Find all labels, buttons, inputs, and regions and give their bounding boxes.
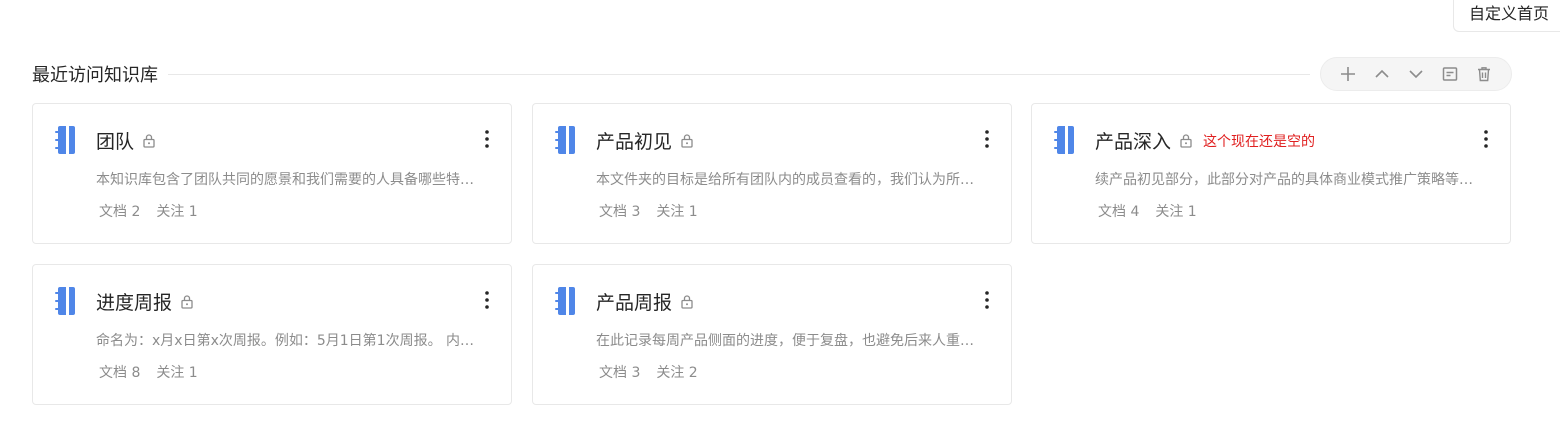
book-icon [1054, 126, 1074, 154]
card-description: 续产品初见部分，此部分对产品的具体商业模式推广策略等进行深入介绍。 [1095, 172, 1485, 188]
section-header: 最近访问知识库 [32, 57, 1512, 91]
doc-count: 文档 4 [1098, 204, 1140, 220]
knowledge-base-card[interactable]: 产品周报 在此记录每周产品侧面的进度，便于复盘，也避免后来人重复踩坑走弯路。 文… [532, 264, 1012, 405]
card-meta: 文档 3 关注 1 [599, 201, 698, 221]
card-title-row: 产品深入 这个现在还是空的 [1095, 127, 1315, 154]
section-title: 最近访问知识库 [32, 65, 158, 86]
more-vertical-icon[interactable] [479, 128, 495, 150]
card-title-row: 进度周报 [96, 288, 194, 315]
card-title[interactable]: 产品周报 [596, 288, 672, 315]
card-meta: 文档 3 关注 2 [599, 362, 698, 382]
card-title[interactable]: 产品深入 [1095, 127, 1171, 154]
section-divider [168, 73, 1310, 75]
card-title-row: 产品初见 [596, 127, 694, 154]
card-note: 这个现在还是空的 [1203, 133, 1316, 150]
knowledge-base-card[interactable]: 产品初见 本文件夹的目标是给所有团队内的成员查看的，我们认为所有人都应该了解。 … [532, 103, 1012, 244]
card-title-row: 产品周报 [596, 288, 694, 315]
note-icon[interactable] [1439, 63, 1461, 85]
trash-icon[interactable] [1473, 63, 1495, 85]
section-toolbar [1320, 57, 1512, 91]
knowledge-base-card[interactable]: 进度周报 命名为：x月x日第x次周报。例如：5月1日第1次周报。 内容包括本周工… [32, 264, 512, 405]
card-title[interactable]: 产品初见 [596, 127, 672, 154]
follow-count: 关注 1 [156, 204, 198, 220]
doc-count: 文档 3 [599, 204, 641, 220]
follow-count: 关注 1 [156, 365, 198, 381]
more-vertical-icon[interactable] [979, 289, 995, 311]
book-icon [55, 126, 75, 154]
card-description: 在此记录每周产品侧面的进度，便于复盘，也避免后来人重复踩坑走弯路。 [596, 333, 986, 349]
more-vertical-icon[interactable] [479, 289, 495, 311]
book-icon [555, 126, 575, 154]
chevron-up-icon[interactable] [1371, 63, 1393, 85]
lock-icon [143, 134, 155, 148]
lock-icon [181, 295, 193, 309]
card-description: 本知识库包含了团队共同的愿景和我们需要的人具备哪些特质等内容。 [96, 172, 486, 188]
card-title[interactable]: 进度周报 [96, 288, 172, 315]
card-description: 命名为：x月x日第x次周报。例如：5月1日第1次周报。 内容包括本周工作。 [96, 333, 486, 349]
doc-count: 文档 2 [99, 204, 141, 220]
follow-count: 关注 2 [656, 365, 698, 381]
knowledge-base-card[interactable]: 产品深入 这个现在还是空的 续产品初见部分，此部分对产品的具体商业模式推广策略等… [1031, 103, 1511, 244]
more-vertical-icon[interactable] [1478, 128, 1494, 150]
card-description: 本文件夹的目标是给所有团队内的成员查看的，我们认为所有人都应该了解。 [596, 172, 986, 188]
plus-icon[interactable] [1337, 63, 1359, 85]
card-title-row: 团队 [96, 127, 156, 154]
more-vertical-icon[interactable] [979, 128, 995, 150]
book-icon [55, 287, 75, 315]
card-meta: 文档 2 关注 1 [99, 201, 198, 221]
lock-icon [1180, 134, 1192, 148]
customize-home-button[interactable]: 自定义首页 [1453, 0, 1560, 32]
card-meta: 文档 8 关注 1 [99, 362, 198, 382]
card-meta: 文档 4 关注 1 [1098, 201, 1197, 221]
card-title[interactable]: 团队 [96, 127, 134, 154]
lock-icon [681, 295, 693, 309]
follow-count: 关注 1 [656, 204, 698, 220]
knowledge-base-card[interactable]: 团队 本知识库包含了团队共同的愿景和我们需要的人具备哪些特质等内容。 文档 2 关… [32, 103, 512, 244]
follow-count: 关注 1 [1155, 204, 1197, 220]
book-icon [555, 287, 575, 315]
doc-count: 文档 3 [599, 365, 641, 381]
chevron-down-icon[interactable] [1405, 63, 1427, 85]
doc-count: 文档 8 [99, 365, 141, 381]
lock-icon [681, 134, 693, 148]
